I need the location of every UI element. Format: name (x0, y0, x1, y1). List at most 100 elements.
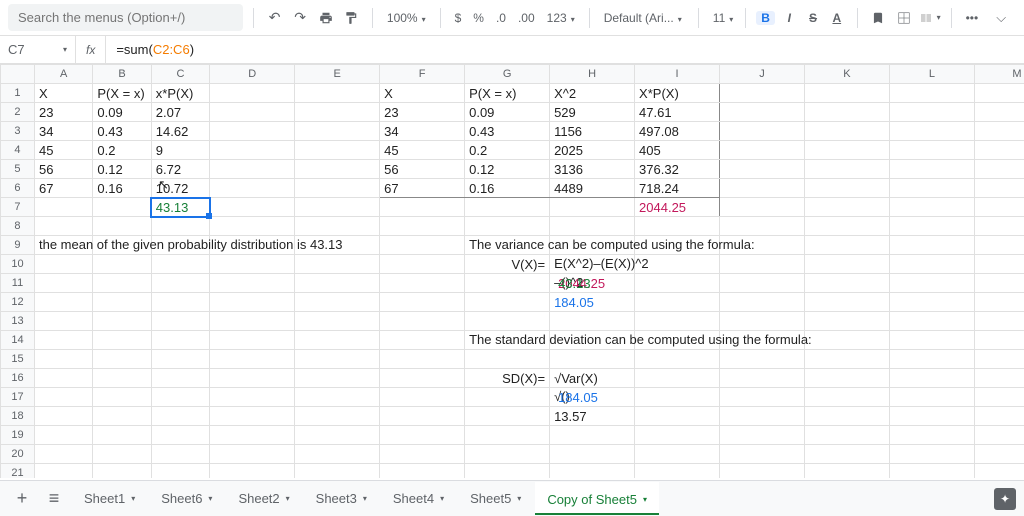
cell-M1[interactable] (974, 84, 1024, 103)
cell-K14[interactable] (804, 331, 889, 350)
cell-F8[interactable] (380, 217, 465, 236)
cell-E17[interactable] (295, 388, 380, 407)
cell-E5[interactable] (295, 160, 380, 179)
sheet-tab[interactable]: Sheet5▾ (458, 482, 533, 515)
cell-A4[interactable]: 45 (34, 141, 92, 160)
cell-M18[interactable] (974, 407, 1024, 426)
cell-C19[interactable] (151, 426, 209, 445)
cell-B18[interactable] (93, 407, 151, 426)
cell-D5[interactable] (210, 160, 295, 179)
cell-K13[interactable] (804, 312, 889, 331)
cell-L10[interactable] (889, 255, 974, 274)
cell-K9[interactable] (804, 236, 889, 255)
cell-A8[interactable] (34, 217, 92, 236)
row-header[interactable]: 6 (1, 179, 35, 198)
cell-J17[interactable] (720, 388, 805, 407)
cell-I17[interactable] (635, 388, 720, 407)
cell-B10[interactable] (93, 255, 151, 274)
cell-L13[interactable] (889, 312, 974, 331)
cell-L19[interactable] (889, 426, 974, 445)
format-percent-button[interactable]: % (469, 11, 488, 25)
cell-H11[interactable]: 2044.25–(43.13)^2 (550, 274, 635, 293)
cell-G7[interactable] (465, 198, 550, 217)
cell-M17[interactable] (974, 388, 1024, 407)
cell-J8[interactable] (720, 217, 805, 236)
cell-C2[interactable]: 2.07 (151, 103, 209, 122)
menu-search-input[interactable] (8, 4, 243, 31)
cell-G3[interactable]: 0.43 (465, 122, 550, 141)
row-header[interactable]: 7 (1, 198, 35, 217)
cell-B19[interactable] (93, 426, 151, 445)
row-header[interactable]: 20 (1, 445, 35, 464)
cell-J3[interactable] (720, 122, 805, 141)
more-formats-button[interactable]: 123 (543, 11, 579, 25)
italic-button[interactable]: I (779, 11, 799, 25)
cell-G8[interactable] (465, 217, 550, 236)
cell-D2[interactable] (210, 103, 295, 122)
cell-L2[interactable] (889, 103, 974, 122)
cell-G16[interactable]: SD(X)= (465, 369, 550, 388)
cell-F5[interactable]: 56 (380, 160, 465, 179)
cell-J18[interactable] (720, 407, 805, 426)
explore-button[interactable]: ✦ (994, 488, 1016, 510)
cell-D14[interactable] (210, 331, 295, 350)
cell-D7[interactable] (210, 198, 295, 217)
format-currency-button[interactable]: $ (451, 11, 466, 25)
cell-H16[interactable]: √Var(X) (550, 369, 635, 388)
cell-B5[interactable]: 0.12 (93, 160, 151, 179)
row-header[interactable]: 15 (1, 350, 35, 369)
row-header[interactable]: 19 (1, 426, 35, 445)
cell-I16[interactable] (635, 369, 720, 388)
cell-A17[interactable] (34, 388, 92, 407)
cell-I1[interactable]: X*P(X) (635, 84, 720, 103)
cell-C13[interactable] (151, 312, 209, 331)
cell-F19[interactable] (380, 426, 465, 445)
cell-A10[interactable] (34, 255, 92, 274)
cell-B2[interactable]: 0.09 (93, 103, 151, 122)
cell-K17[interactable] (804, 388, 889, 407)
cell-C6[interactable]: 10.72 (151, 179, 209, 198)
sheet-tab[interactable]: Sheet3▾ (304, 482, 379, 515)
row-header[interactable]: 18 (1, 407, 35, 426)
cell-I13[interactable] (635, 312, 720, 331)
cell-L18[interactable] (889, 407, 974, 426)
cell-M6[interactable] (974, 179, 1024, 198)
cell-F18[interactable] (380, 407, 465, 426)
cell-M10[interactable] (974, 255, 1024, 274)
cell-G19[interactable] (465, 426, 550, 445)
cell-C8[interactable] (151, 217, 209, 236)
cell-C11[interactable] (151, 274, 209, 293)
cell-E1[interactable] (295, 84, 380, 103)
cell-K5[interactable] (804, 160, 889, 179)
cell-E7[interactable] (295, 198, 380, 217)
cell-D11[interactable] (210, 274, 295, 293)
cell-I11[interactable] (635, 274, 720, 293)
cell-B7[interactable] (93, 198, 151, 217)
cell-I5[interactable]: 376.32 (635, 160, 720, 179)
text-color-button[interactable]: A (827, 11, 847, 25)
cell-A20[interactable] (34, 445, 92, 464)
cell-C7[interactable]: 43.13 (151, 198, 209, 217)
increase-decimal-button[interactable]: .00 (514, 11, 539, 25)
merge-cells-icon[interactable] (919, 7, 941, 29)
cell-A21[interactable] (34, 464, 92, 479)
cell-K7[interactable] (804, 198, 889, 217)
cell-K12[interactable] (804, 293, 889, 312)
cell-D4[interactable] (210, 141, 295, 160)
cell-K3[interactable] (804, 122, 889, 141)
cell-L15[interactable] (889, 350, 974, 369)
cell-E19[interactable] (295, 426, 380, 445)
cell-C4[interactable]: 9 (151, 141, 209, 160)
cell-I21[interactable] (635, 464, 720, 479)
cell-H20[interactable] (550, 445, 635, 464)
cell-G11[interactable] (465, 274, 550, 293)
cell-F11[interactable] (380, 274, 465, 293)
row-header[interactable]: 2 (1, 103, 35, 122)
cell-A14[interactable] (34, 331, 92, 350)
cell-F6[interactable]: 67 (380, 179, 465, 198)
cell-B16[interactable] (93, 369, 151, 388)
cell-K2[interactable] (804, 103, 889, 122)
cell-H2[interactable]: 529 (550, 103, 635, 122)
cell-F21[interactable] (380, 464, 465, 479)
cell-C17[interactable] (151, 388, 209, 407)
